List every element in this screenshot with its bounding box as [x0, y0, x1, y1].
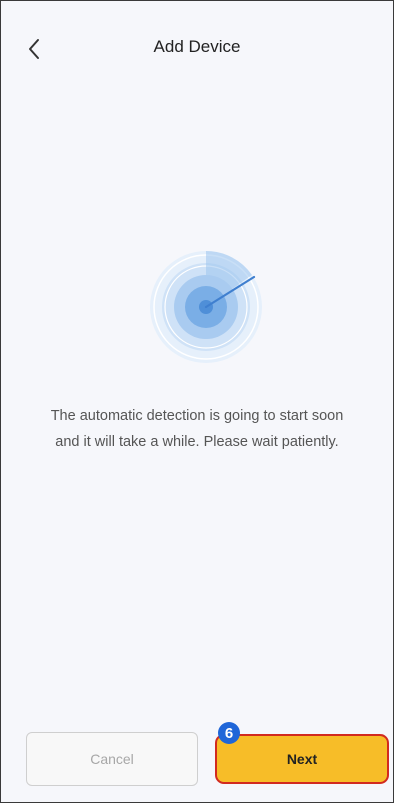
radar-icon [146, 247, 266, 367]
detection-message: The automatic detection is going to star… [50, 408, 344, 450]
cancel-button[interactable]: Cancel [26, 732, 198, 786]
next-button[interactable]: Next [215, 734, 389, 784]
page-title: Add Device [153, 37, 241, 56]
add-device-screen: Add Device The automatic detection is go… [0, 0, 394, 803]
step-number-badge: 6 [218, 722, 240, 744]
header: Add Device [1, 1, 393, 97]
